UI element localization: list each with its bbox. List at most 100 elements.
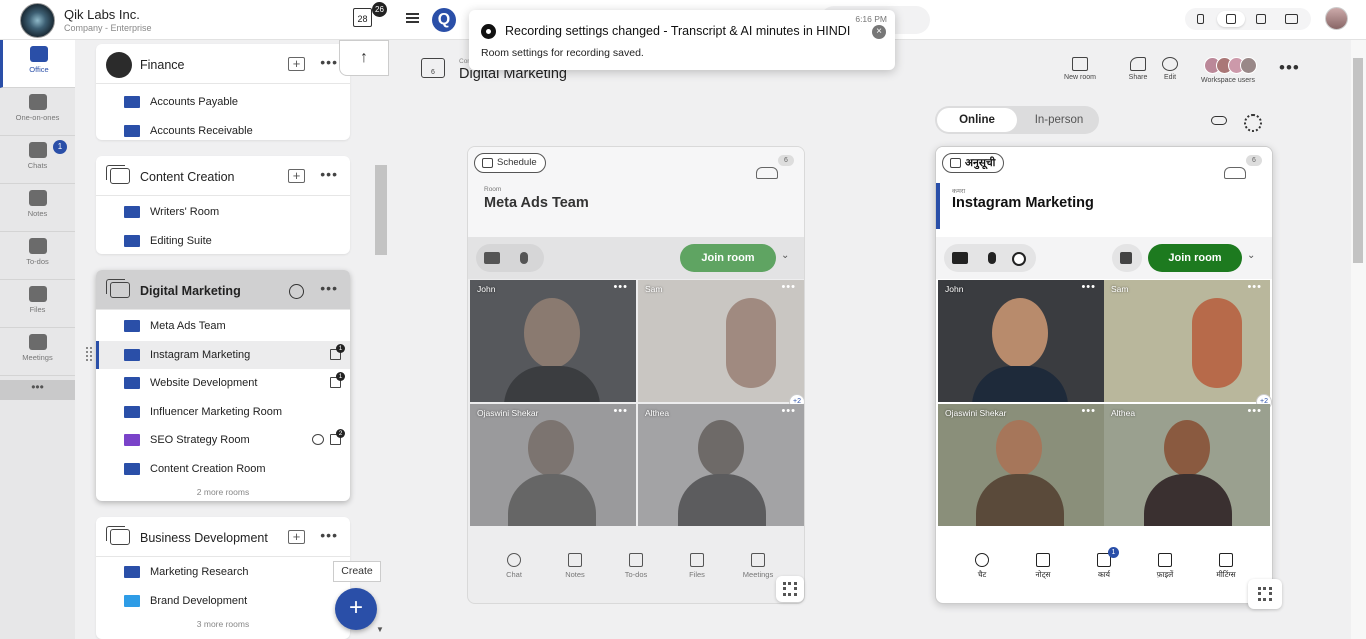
group-header[interactable]: Business Development + ••• [96, 517, 350, 557]
files-button[interactable]: फ़ाइलें [1141, 553, 1189, 580]
room-item[interactable]: Brand Development [96, 587, 350, 615]
more-icon[interactable]: ••• [613, 281, 628, 293]
group-header[interactable]: Digital Marketing ••• [96, 270, 350, 310]
org-logo[interactable] [20, 3, 55, 38]
todos-button[interactable]: To-dos [612, 553, 660, 579]
meetings-button[interactable]: मीटिंग्स [1202, 553, 1250, 580]
camera-icon[interactable] [484, 252, 500, 264]
grid-button[interactable] [776, 576, 804, 602]
scrollbar-thumb[interactable] [375, 165, 387, 255]
room-item-selected[interactable]: Instagram Marketing 1 [96, 341, 350, 369]
more-rooms-link[interactable]: 3 more rooms [96, 619, 350, 629]
app-logo[interactable]: Q [432, 8, 456, 32]
nav-todos[interactable]: To-dos [0, 232, 75, 280]
video-tile[interactable]: Ojaswini Shekar ••• [938, 404, 1104, 526]
view-full-button[interactable] [1277, 11, 1305, 27]
join-room-button[interactable]: Join room [1148, 244, 1242, 272]
more-icon[interactable]: ••• [1247, 405, 1262, 417]
chevron-down-icon[interactable]: ⌄ [781, 250, 789, 261]
link-icon[interactable] [1211, 116, 1227, 125]
nav-more-button[interactable]: ••• [0, 380, 75, 400]
drag-handle-icon[interactable] [86, 347, 92, 361]
create-button[interactable]: + [335, 588, 377, 630]
chevron-down-icon[interactable]: ⌄ [1247, 250, 1255, 261]
meetings-button[interactable]: Meetings [734, 553, 782, 579]
notes-button[interactable]: Notes [551, 553, 599, 579]
more-icon[interactable]: ••• [1081, 405, 1096, 417]
more-icon[interactable]: ••• [613, 405, 628, 417]
files-button[interactable]: Files [673, 553, 721, 579]
nav-meetings[interactable]: Meetings [0, 328, 75, 376]
schedule-button[interactable]: अनुसूची [942, 153, 1005, 173]
schedule-button[interactable]: Schedule [474, 153, 546, 173]
more-icon[interactable]: ••• [320, 280, 338, 296]
nav-one-on-ones[interactable]: One-on-ones [0, 88, 75, 136]
group-header[interactable]: Content Creation + ••• [96, 156, 350, 196]
menu-icon[interactable] [406, 13, 419, 23]
room-item[interactable]: Content Creation Room [96, 455, 350, 483]
room-item[interactable]: Influencer Marketing Room [96, 398, 350, 426]
close-icon[interactable]: × [872, 25, 886, 39]
online-tab[interactable]: Online [937, 108, 1017, 132]
video-tile[interactable]: Sam ••• [1104, 280, 1270, 402]
join-room-button[interactable]: Join room [680, 244, 776, 272]
nav-notes[interactable]: Notes [0, 184, 75, 232]
chat-button[interactable]: चैट [958, 553, 1006, 580]
share-button[interactable]: Share [1124, 57, 1152, 81]
room-item[interactable]: Writers' Room [96, 198, 350, 226]
video-tile[interactable]: John ••• [938, 280, 1104, 402]
view-mobile-button[interactable] [1187, 11, 1215, 27]
video-tile[interactable]: Ojaswini Shekar ••• [470, 404, 636, 526]
calendar-icon[interactable]: 28 [353, 8, 372, 27]
clock-icon[interactable] [289, 284, 304, 299]
more-icon[interactable]: ••• [320, 54, 338, 70]
group-header[interactable]: Finance + ••• [96, 44, 350, 84]
video-tile[interactable]: Althea ••• [638, 404, 804, 526]
grid-button[interactable] [1248, 579, 1282, 609]
more-icon[interactable]: ••• [320, 166, 338, 182]
gear-icon[interactable] [1244, 114, 1262, 132]
camera-icon[interactable] [952, 252, 968, 264]
video-tile[interactable]: Sam ••• [638, 280, 804, 402]
view-split-button[interactable] [1247, 11, 1275, 27]
audio-wave-button[interactable] [1112, 244, 1142, 272]
video-tile[interactable]: Althea ••• [1104, 404, 1270, 526]
user-avatar[interactable] [1325, 7, 1348, 30]
scroll-down-arrow[interactable]: ▼ [376, 625, 384, 634]
todos-button[interactable]: कार्य 1 [1080, 547, 1128, 580]
people-icon[interactable] [1224, 167, 1246, 179]
more-rooms-link[interactable]: 2 more rooms [96, 487, 350, 497]
video-tile[interactable]: John ••• [470, 280, 636, 402]
chat-button[interactable]: Chat [490, 553, 538, 579]
scrollbar-thumb[interactable] [1353, 58, 1363, 263]
more-icon[interactable]: ••• [1081, 281, 1096, 293]
microphone-icon[interactable] [520, 252, 528, 264]
workspace-users-button[interactable]: Workspace users [1196, 77, 1260, 84]
room-item[interactable]: SEO Strategy Room 2 [96, 426, 350, 454]
microphone-icon[interactable] [988, 252, 996, 264]
edit-button[interactable]: Edit [1158, 57, 1182, 81]
room-list-scrollbar[interactable] [374, 40, 389, 639]
view-grid-button[interactable] [1217, 11, 1245, 27]
ai-icon[interactable] [1012, 252, 1026, 266]
add-room-icon[interactable]: + [288, 57, 305, 71]
more-icon[interactable]: ••• [320, 527, 338, 543]
new-room-button[interactable]: New room [1060, 57, 1100, 81]
more-icon[interactable]: ••• [1279, 58, 1300, 78]
nav-office[interactable]: Office [0, 40, 75, 88]
room-item[interactable]: Editing Suite [96, 227, 350, 255]
room-item[interactable]: Accounts Receivable [96, 117, 350, 145]
people-icon[interactable] [756, 167, 778, 179]
nav-files[interactable]: Files [0, 280, 75, 328]
room-item[interactable]: Meta Ads Team [96, 312, 350, 340]
workspace-users-avatars[interactable] [1204, 57, 1260, 75]
scroll-up-button[interactable]: ↑ [339, 40, 389, 76]
more-icon[interactable]: ••• [781, 281, 796, 293]
room-item[interactable]: Website Development 1 [96, 369, 350, 397]
add-room-icon[interactable]: + [288, 530, 305, 544]
more-icon[interactable]: ••• [1247, 281, 1262, 293]
inperson-tab[interactable]: In-person [1021, 108, 1097, 132]
add-room-icon[interactable]: + [288, 169, 305, 183]
room-item[interactable]: Accounts Payable [96, 88, 350, 116]
room-item[interactable]: Marketing Research [96, 558, 350, 586]
